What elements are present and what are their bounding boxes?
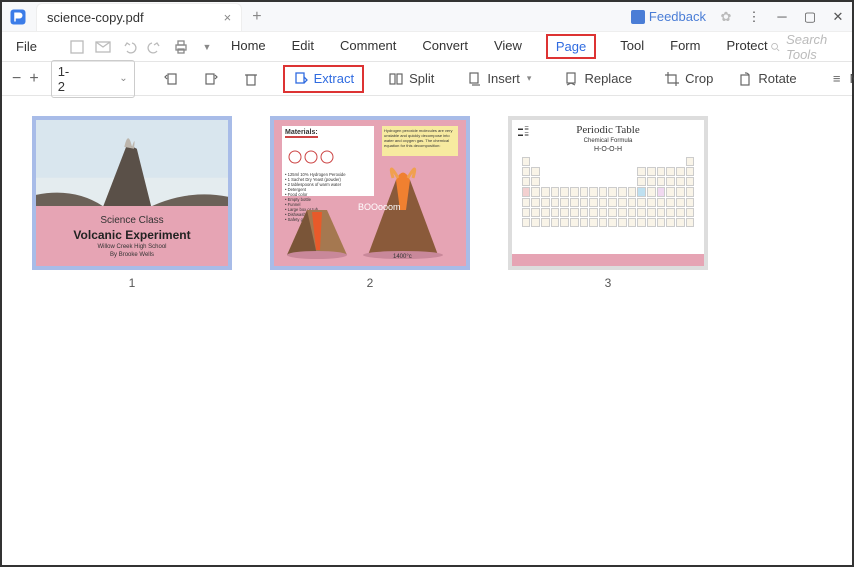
redo-icon[interactable] (147, 39, 163, 55)
chevron-down-icon: ⌄ (119, 73, 127, 84)
remove-page-button[interactable]: − (12, 70, 21, 88)
svg-text:1400°c: 1400°c (393, 254, 412, 260)
menu-view[interactable]: View (492, 34, 524, 59)
search-icon (770, 40, 780, 54)
more-icon: ≡ (829, 71, 845, 87)
page-range-select[interactable]: 1-2 ⌄ (51, 60, 135, 98)
thumb-label: 2 (367, 276, 374, 290)
minimize-icon[interactable]: ─ (768, 3, 796, 31)
chevron-down-icon: ▾ (527, 73, 532, 84)
extract-icon (293, 71, 309, 87)
menu-protect[interactable]: Protect (724, 34, 769, 59)
save-icon[interactable] (69, 39, 85, 55)
menu-page[interactable]: Page (546, 34, 596, 59)
undo-icon[interactable] (121, 39, 137, 55)
crop-button[interactable]: Crop (656, 67, 721, 91)
menu-form[interactable]: Form (668, 34, 702, 59)
replace-icon (563, 71, 579, 87)
qat-dropdown-icon[interactable]: ▼ (199, 39, 215, 55)
app-logo (4, 3, 32, 31)
new-tab-button[interactable]: + (252, 8, 261, 26)
mail-icon[interactable] (95, 39, 111, 55)
menu-edit[interactable]: Edit (290, 34, 316, 59)
tab-title: science-copy.pdf (47, 10, 144, 25)
close-window-icon[interactable]: ✕ (824, 3, 852, 31)
page-thumb-3[interactable]: ▬ ☰▬ ☰ Periodic Table Chemical Formula H… (508, 116, 708, 290)
split-button[interactable]: Split (380, 67, 442, 91)
slide3-title: Periodic Table (576, 124, 639, 136)
file-menu[interactable]: File (6, 39, 47, 54)
page-toolbar: − + 1-2 ⌄ Extract Split Insert ▾ Replace… (2, 62, 852, 96)
feedback-icon (631, 10, 645, 24)
extract-button[interactable]: Extract (283, 65, 364, 93)
rotate-icon (737, 71, 753, 87)
slide1-subtitle: Science Class (100, 215, 163, 226)
slide1-title: Volcanic Experiment (73, 228, 190, 242)
menu-tool[interactable]: Tool (618, 34, 646, 59)
print-icon[interactable] (173, 39, 189, 55)
page-thumb-2[interactable]: Materials: • 125ml 10% Hydrogen Peroxide… (270, 116, 470, 290)
slide1-author: By Brooke Wells (110, 252, 154, 258)
split-icon (388, 71, 404, 87)
feedback-button[interactable]: Feedback (631, 9, 706, 24)
crop-icon (664, 71, 680, 87)
add-page-button[interactable]: + (29, 70, 38, 88)
close-tab-icon[interactable]: × (224, 10, 232, 25)
rotate-right-button[interactable] (195, 67, 227, 91)
kebab-icon[interactable]: ⋮ (740, 3, 768, 31)
thumb-label: 3 (605, 276, 612, 290)
search-tools[interactable]: Search Tools (770, 32, 843, 62)
slide3-formula: H-O-O-H (594, 146, 622, 153)
thumb-label: 1 (129, 276, 136, 290)
settings-icon[interactable]: ✿ (712, 3, 740, 31)
legend-icon: ▬ ☰▬ ☰ (518, 126, 529, 138)
replace-button[interactable]: Replace (555, 67, 640, 91)
menubar: File ▼ Home Edit Comment Convert View Pa… (2, 32, 852, 62)
page-thumb-1[interactable]: Science Class Volcanic Experiment Willow… (32, 116, 232, 290)
menu-home[interactable]: Home (229, 34, 268, 59)
svg-text:BOOooom: BOOooom (358, 202, 401, 212)
insert-button[interactable]: Insert ▾ (458, 67, 539, 91)
slide1-school: Willow Creek High School (97, 244, 166, 250)
menu-comment[interactable]: Comment (338, 34, 398, 59)
thumbnail-workspace: Science Class Volcanic Experiment Willow… (2, 96, 852, 310)
maximize-icon[interactable]: ▢ (796, 3, 824, 31)
slide3-sub: Chemical Formula (584, 138, 633, 144)
insert-icon (466, 71, 482, 87)
document-tab[interactable]: science-copy.pdf × (36, 3, 242, 31)
more-button[interactable]: ≡ More › (821, 67, 854, 91)
delete-page-button[interactable] (235, 67, 267, 91)
rotate-left-button[interactable] (155, 67, 187, 91)
rotate-button[interactable]: Rotate (729, 67, 804, 91)
menu-convert[interactable]: Convert (420, 34, 470, 59)
periodic-table (522, 157, 695, 227)
titlebar: science-copy.pdf × + Feedback ✿ ⋮ ─ ▢ ✕ (2, 2, 852, 32)
